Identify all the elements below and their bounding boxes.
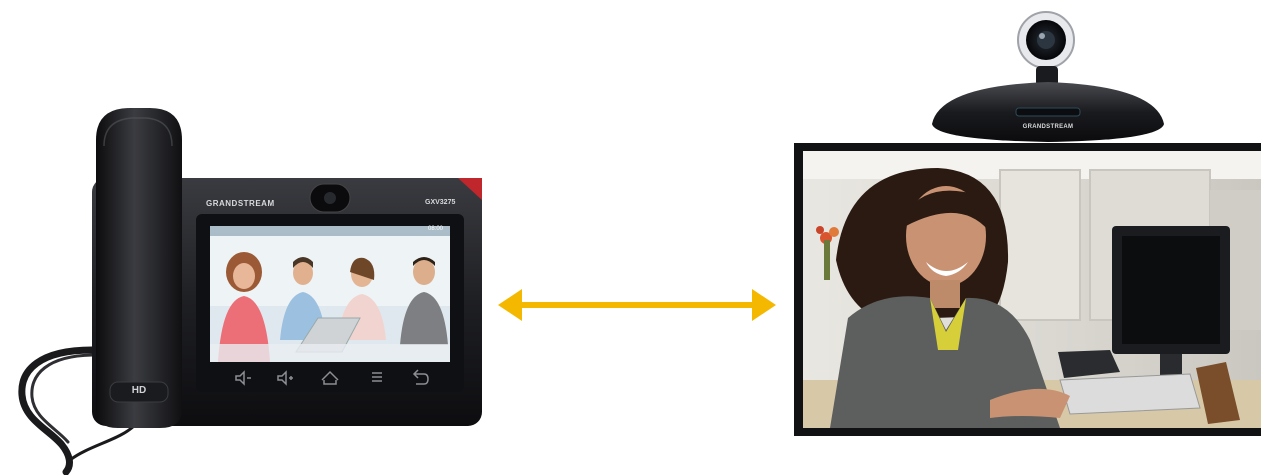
conference-camera xyxy=(932,11,1164,142)
camera-brand-label: GRANDSTREAM xyxy=(1022,124,1074,130)
scene xyxy=(18,11,1261,475)
phone-status-time: 08:00 xyxy=(428,226,444,232)
phone-brand-label: GRANDSTREAM xyxy=(206,199,275,208)
handset[interactable] xyxy=(96,108,182,428)
bidirectional-arrow-icon xyxy=(498,289,776,321)
handset-hd-badge: HD xyxy=(131,385,147,396)
video-phone xyxy=(18,108,482,475)
phone-model-label: GXV3275 xyxy=(425,199,456,206)
tv-monitor xyxy=(794,143,1261,436)
screen-people-photo xyxy=(210,236,450,362)
